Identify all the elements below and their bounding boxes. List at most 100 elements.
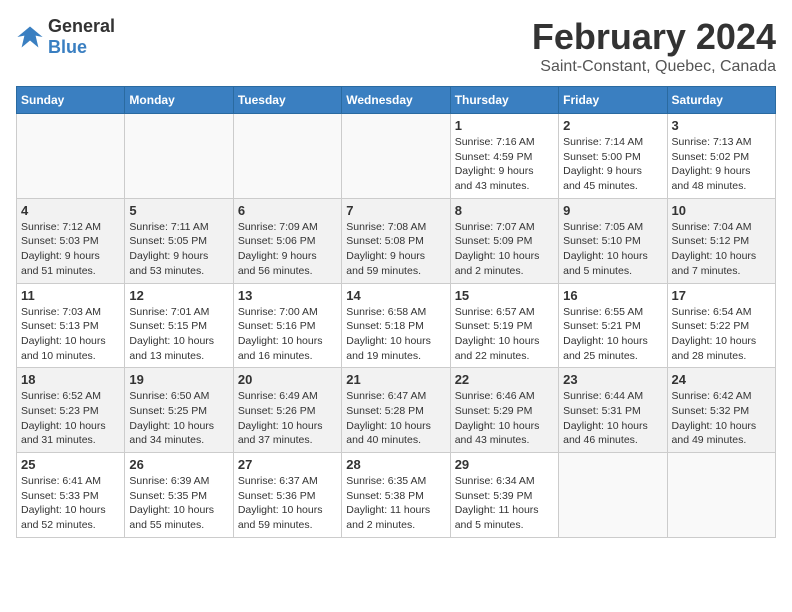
day-info: Sunrise: 6:52 AM Sunset: 5:23 PM Dayligh… — [21, 389, 120, 448]
day-number: 19 — [129, 372, 228, 387]
weekday-header: Monday — [125, 87, 233, 114]
calendar-week-row: 25 Sunrise: 6:41 AM Sunset: 5:33 PM Dayli… — [17, 453, 776, 538]
calendar-week-row: 18 Sunrise: 6:52 AM Sunset: 5:23 PM Dayli… — [17, 368, 776, 453]
day-number: 8 — [455, 203, 554, 218]
day-number: 17 — [672, 288, 771, 303]
day-number: 14 — [346, 288, 445, 303]
calendar-day-cell: 26 Sunrise: 6:39 AM Sunset: 5:35 PM Dayli… — [125, 453, 233, 538]
calendar-day-cell: 29Sunrise: 6:34 AM Sunset: 5:39 PM Dayli… — [450, 453, 558, 538]
calendar-day-cell: 22Sunrise: 6:46 AM Sunset: 5:29 PM Dayli… — [450, 368, 558, 453]
weekday-header: Sunday — [17, 87, 125, 114]
calendar-week-row: 11 Sunrise: 7:03 AM Sunset: 5:13 PM Dayli… — [17, 283, 776, 368]
day-number: 3 — [672, 118, 771, 133]
logo-text-blue: Blue — [48, 37, 87, 57]
logo-icon — [16, 23, 44, 51]
calendar-day-cell: 1 Sunrise: 7:16 AM Sunset: 4:59 PM Daylig… — [450, 114, 558, 199]
weekday-header: Wednesday — [342, 87, 450, 114]
day-info: Sunrise: 6:39 AM Sunset: 5:35 PM Dayligh… — [129, 474, 228, 533]
calendar-day-cell: 28Sunrise: 6:35 AM Sunset: 5:38 PM Dayli… — [342, 453, 450, 538]
day-info: Sunrise: 6:49 AM Sunset: 5:26 PM Dayligh… — [238, 389, 337, 448]
calendar-day-cell — [667, 453, 775, 538]
day-number: 12 — [129, 288, 228, 303]
day-info: Sunrise: 7:12 AM Sunset: 5:03 PM Dayligh… — [21, 220, 120, 279]
calendar-day-cell: 2 Sunrise: 7:14 AM Sunset: 5:00 PM Daylig… — [559, 114, 667, 199]
day-number: 10 — [672, 203, 771, 218]
calendar-day-cell: 27Sunrise: 6:37 AM Sunset: 5:36 PM Dayli… — [233, 453, 341, 538]
calendar-day-cell — [17, 114, 125, 199]
calendar-day-cell: 3 Sunrise: 7:13 AM Sunset: 5:02 PM Daylig… — [667, 114, 775, 199]
day-info: Sunrise: 7:04 AM Sunset: 5:12 PM Dayligh… — [672, 220, 771, 279]
calendar-day-cell: 13 Sunrise: 7:00 AM Sunset: 5:16 PM Dayli… — [233, 283, 341, 368]
calendar-day-cell — [233, 114, 341, 199]
day-info: Sunrise: 7:07 AM Sunset: 5:09 PM Dayligh… — [455, 220, 554, 279]
day-info: Sunrise: 7:14 AM Sunset: 5:00 PM Dayligh… — [563, 135, 662, 194]
day-info: Sunrise: 6:54 AM Sunset: 5:22 PM Dayligh… — [672, 305, 771, 364]
day-number: 7 — [346, 203, 445, 218]
day-number: 13 — [238, 288, 337, 303]
day-info: Sunrise: 7:01 AM Sunset: 5:15 PM Dayligh… — [129, 305, 228, 364]
calendar-day-cell — [125, 114, 233, 199]
day-number: 2 — [563, 118, 662, 133]
day-info: Sunrise: 7:13 AM Sunset: 5:02 PM Dayligh… — [672, 135, 771, 194]
day-info: Sunrise: 6:58 AM Sunset: 5:18 PM Dayligh… — [346, 305, 445, 364]
calendar-day-cell: 19 Sunrise: 6:50 AM Sunset: 5:25 PM Dayli… — [125, 368, 233, 453]
calendar-day-cell: 18 Sunrise: 6:52 AM Sunset: 5:23 PM Dayli… — [17, 368, 125, 453]
calendar-day-cell: 12 Sunrise: 7:01 AM Sunset: 5:15 PM Dayli… — [125, 283, 233, 368]
calendar-day-cell: 23 Sunrise: 6:44 AM Sunset: 5:31 PM Dayli… — [559, 368, 667, 453]
weekday-header: Tuesday — [233, 87, 341, 114]
day-info: Sunrise: 6:37 AM Sunset: 5:36 PM Dayligh… — [238, 474, 337, 533]
day-info: Sunrise: 6:47 AM Sunset: 5:28 PM Dayligh… — [346, 389, 445, 448]
calendar-day-cell — [559, 453, 667, 538]
day-number: 4 — [21, 203, 120, 218]
calendar-day-cell: 17 Sunrise: 6:54 AM Sunset: 5:22 PM Dayli… — [667, 283, 775, 368]
day-number: 18 — [21, 372, 120, 387]
day-info: Sunrise: 7:11 AM Sunset: 5:05 PM Dayligh… — [129, 220, 228, 279]
weekday-header: Thursday — [450, 87, 558, 114]
title-section: February 2024 Saint-Constant, Quebec, Ca… — [532, 16, 776, 76]
day-number: 1 — [455, 118, 554, 133]
day-number: 11 — [21, 288, 120, 303]
calendar-day-cell: 20Sunrise: 6:49 AM Sunset: 5:26 PM Dayli… — [233, 368, 341, 453]
day-info: Sunrise: 6:35 AM Sunset: 5:38 PM Dayligh… — [346, 474, 445, 533]
day-number: 15 — [455, 288, 554, 303]
day-info: Sunrise: 7:16 AM Sunset: 4:59 PM Dayligh… — [455, 135, 554, 194]
day-info: Sunrise: 7:09 AM Sunset: 5:06 PM Dayligh… — [238, 220, 337, 279]
day-info: Sunrise: 7:00 AM Sunset: 5:16 PM Dayligh… — [238, 305, 337, 364]
day-number: 26 — [129, 457, 228, 472]
calendar-day-cell: 15 Sunrise: 6:57 AM Sunset: 5:19 PM Dayli… — [450, 283, 558, 368]
day-info: Sunrise: 6:41 AM Sunset: 5:33 PM Dayligh… — [21, 474, 120, 533]
weekday-header: Friday — [559, 87, 667, 114]
calendar-week-row: 4 Sunrise: 7:12 AM Sunset: 5:03 PM Daylig… — [17, 198, 776, 283]
day-number: 25 — [21, 457, 120, 472]
calendar-day-cell: 6 Sunrise: 7:09 AM Sunset: 5:06 PM Daylig… — [233, 198, 341, 283]
calendar-day-cell: 5 Sunrise: 7:11 AM Sunset: 5:05 PM Daylig… — [125, 198, 233, 283]
day-number: 23 — [563, 372, 662, 387]
calendar-day-cell: 25 Sunrise: 6:41 AM Sunset: 5:33 PM Dayli… — [17, 453, 125, 538]
day-number: 9 — [563, 203, 662, 218]
day-number: 6 — [238, 203, 337, 218]
day-info: Sunrise: 6:42 AM Sunset: 5:32 PM Dayligh… — [672, 389, 771, 448]
day-number: 22 — [455, 372, 554, 387]
day-number: 16 — [563, 288, 662, 303]
day-number: 29 — [455, 457, 554, 472]
day-info: Sunrise: 6:50 AM Sunset: 5:25 PM Dayligh… — [129, 389, 228, 448]
page-header: General Blue February 2024 Saint-Constan… — [16, 16, 776, 76]
location-title: Saint-Constant, Quebec, Canada — [532, 58, 776, 76]
calendar-table: SundayMondayTuesdayWednesdayThursdayFrid… — [16, 86, 776, 538]
day-info: Sunrise: 7:03 AM Sunset: 5:13 PM Dayligh… — [21, 305, 120, 364]
calendar-day-cell: 24Sunrise: 6:42 AM Sunset: 5:32 PM Dayli… — [667, 368, 775, 453]
day-info: Sunrise: 7:08 AM Sunset: 5:08 PM Dayligh… — [346, 220, 445, 279]
calendar-day-cell: 4 Sunrise: 7:12 AM Sunset: 5:03 PM Daylig… — [17, 198, 125, 283]
day-info: Sunrise: 6:44 AM Sunset: 5:31 PM Dayligh… — [563, 389, 662, 448]
calendar-day-cell: 8 Sunrise: 7:07 AM Sunset: 5:09 PM Daylig… — [450, 198, 558, 283]
calendar-week-row: 1 Sunrise: 7:16 AM Sunset: 4:59 PM Daylig… — [17, 114, 776, 199]
day-info: Sunrise: 6:57 AM Sunset: 5:19 PM Dayligh… — [455, 305, 554, 364]
calendar-day-cell: 14 Sunrise: 6:58 AM Sunset: 5:18 PM Dayli… — [342, 283, 450, 368]
logo: General Blue — [16, 16, 115, 58]
weekday-header-row: SundayMondayTuesdayWednesdayThursdayFrid… — [17, 87, 776, 114]
calendar-day-cell: 10 Sunrise: 7:04 AM Sunset: 5:12 PM Dayli… — [667, 198, 775, 283]
calendar-day-cell — [342, 114, 450, 199]
logo-text-general: General — [48, 16, 115, 36]
day-number: 5 — [129, 203, 228, 218]
calendar-day-cell: 9Sunrise: 7:05 AM Sunset: 5:10 PM Daylig… — [559, 198, 667, 283]
